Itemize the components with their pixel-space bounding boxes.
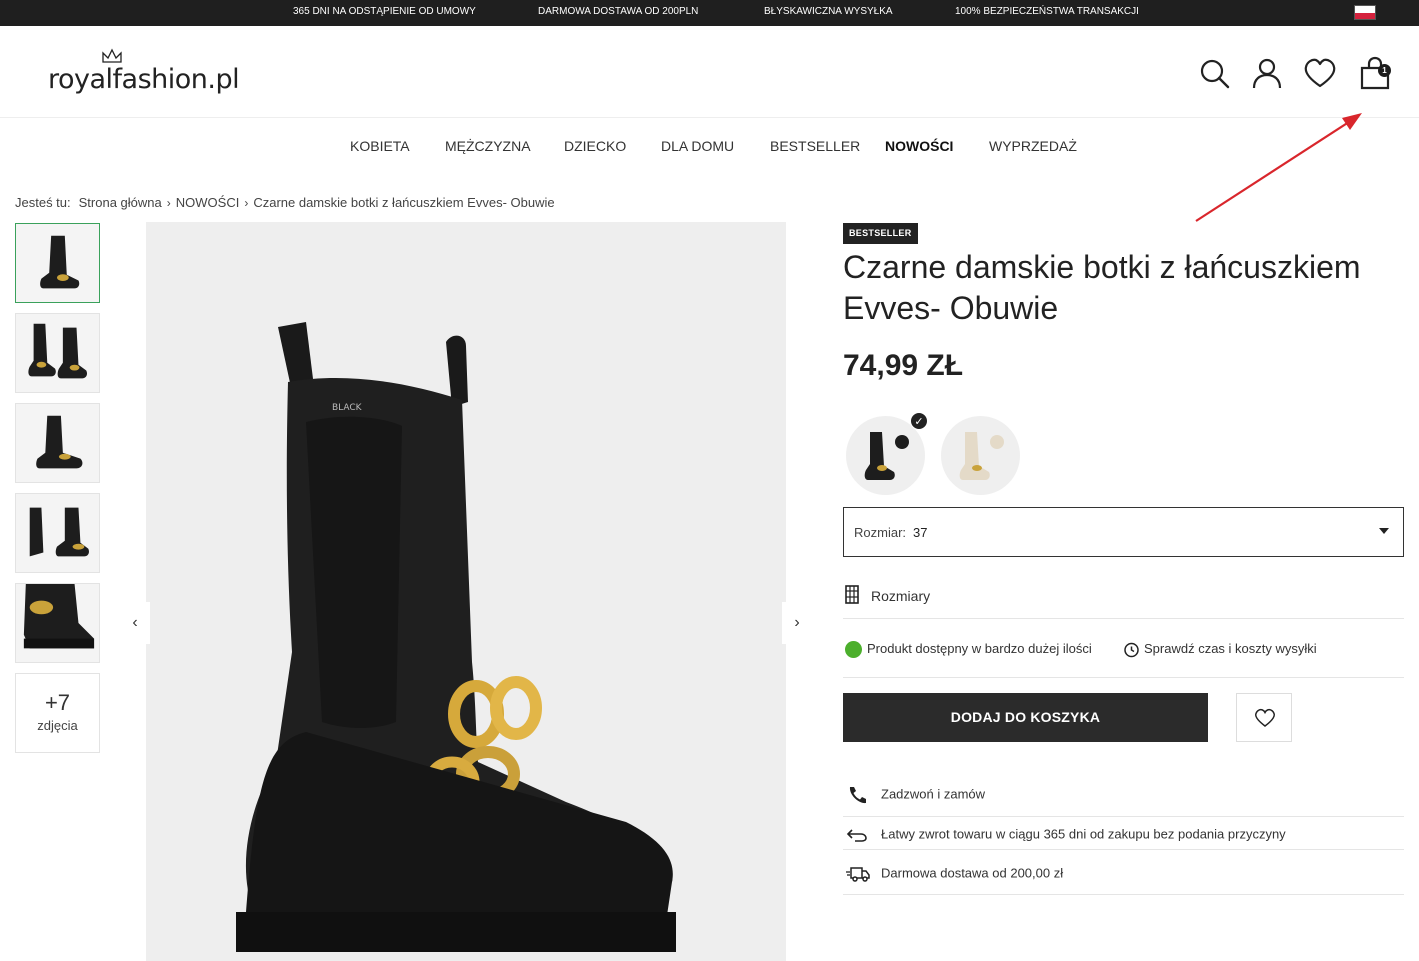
info-free-delivery: Darmowa dostawa od 200,00 zł xyxy=(845,864,1063,884)
add-to-wishlist-button[interactable] xyxy=(1236,693,1292,742)
bestseller-badge: BESTSELLER xyxy=(843,223,918,244)
gallery-next-button[interactable]: › xyxy=(782,602,812,644)
size-chart-link[interactable]: Rozmiary xyxy=(845,585,930,607)
topbar-message-security: 100% BEZPIECZEŃSTWA TRANSAKCJI xyxy=(955,6,1139,17)
nav-item-kobieta[interactable]: KOBIETA xyxy=(350,138,410,154)
logo[interactable]: royalfashion.pl xyxy=(48,64,240,95)
shipping-check-label: Sprawdź czas i koszty wysyłki xyxy=(1144,641,1317,656)
search-icon[interactable] xyxy=(1197,56,1231,90)
nav-item-dla-domu[interactable]: DLA DOMU xyxy=(661,138,734,154)
gallery-thumbnail[interactable] xyxy=(15,313,100,393)
color-variant-beige[interactable] xyxy=(941,416,1020,495)
more-photos-button[interactable]: +7 zdjęcia xyxy=(15,673,100,753)
poland-flag-icon[interactable] xyxy=(1354,5,1376,20)
breadcrumb-home[interactable]: Strona główna xyxy=(79,195,162,210)
chevron-right-icon: › xyxy=(794,614,800,631)
breadcrumb-category[interactable]: NOWOŚCI xyxy=(176,195,240,210)
gallery-prev-button[interactable]: ‹ xyxy=(120,602,150,644)
divider xyxy=(843,894,1404,895)
divider xyxy=(843,816,1404,817)
boot-image: BLACK xyxy=(236,322,676,952)
shipping-check-link[interactable]: Sprawdź czas i koszty wysyłki xyxy=(1123,641,1317,658)
clock-icon xyxy=(1124,642,1139,658)
gallery-thumbnail[interactable] xyxy=(15,223,100,303)
info-phone-order[interactable]: Zadzwoń i zamów xyxy=(845,785,985,805)
wishlist-icon[interactable] xyxy=(1303,56,1337,90)
topbar-message-free-delivery: DARMOWA DOSTAWA OD 200PLN xyxy=(538,6,699,17)
size-chart-icon xyxy=(845,585,859,604)
svg-text:BLACK: BLACK xyxy=(332,403,363,413)
breadcrumb-label: Jesteś tu: xyxy=(15,195,71,210)
availability-status: Produkt dostępny w bardzo dużej ilości xyxy=(845,641,1092,659)
divider xyxy=(843,677,1404,678)
annotation-arrow xyxy=(1195,113,1362,222)
chevron-left-icon: ‹ xyxy=(132,614,138,631)
top-info-bar: 365 DNI NA ODSTĄPIENIE OD UMOWY DARMOWA … xyxy=(0,0,1419,26)
size-chart-label: Rozmiary xyxy=(871,588,931,604)
divider xyxy=(843,618,1404,619)
nav-item-wyprzedaz[interactable]: WYPRZEDAŻ xyxy=(989,138,1077,154)
heart-icon xyxy=(1255,708,1275,727)
breadcrumb-current: Czarne damskie botki z łańcuszkiem Evves… xyxy=(253,195,555,210)
gallery-thumbnail[interactable] xyxy=(15,583,100,663)
add-to-cart-button[interactable]: DODAJ DO KOSZYKA xyxy=(843,693,1208,742)
site-header: royalfashion.pl 1 xyxy=(0,26,1419,118)
divider xyxy=(843,849,1404,850)
gallery-thumbnail[interactable] xyxy=(15,493,100,573)
account-icon[interactable] xyxy=(1250,56,1284,90)
product-price: 74,99 ZŁ xyxy=(843,349,964,382)
nav-item-bestseller[interactable]: BESTSELLER xyxy=(770,138,860,154)
product-main-image[interactable]: BLACK xyxy=(146,222,786,961)
more-photos-label: zdjęcia xyxy=(37,718,78,733)
product-title: Czarne damskie botki z łańcuszkiem Evves… xyxy=(843,249,1361,326)
size-value: 37 xyxy=(913,525,928,540)
chevron-right-icon: › xyxy=(244,196,249,210)
info-free-delivery-text: Darmowa dostawa od 200,00 zł xyxy=(881,865,1064,881)
available-dot-icon xyxy=(845,641,862,659)
nav-item-mezczyzna[interactable]: MĘŻCZYZNA xyxy=(445,138,531,154)
more-photos-count: +7 xyxy=(44,690,71,715)
nav-item-dziecko[interactable]: DZIECKO xyxy=(564,138,626,154)
cart-count-badge: 1 xyxy=(1378,64,1391,77)
caret-down-icon xyxy=(1379,528,1389,534)
info-return-text: Łatwy zwrot towaru w ciągu 365 dni od za… xyxy=(881,826,1286,842)
chevron-right-icon: › xyxy=(166,196,171,210)
return-arrow-icon xyxy=(845,825,871,845)
delivery-truck-icon xyxy=(845,864,871,884)
availability-text: Produkt dostępny w bardzo dużej ilości xyxy=(867,641,1092,656)
phone-icon xyxy=(845,785,871,805)
crown-icon xyxy=(102,48,122,63)
size-label: Rozmiar: xyxy=(854,525,907,540)
gallery-thumbnail[interactable] xyxy=(15,403,100,483)
topbar-message-fast-shipping: BŁYSKAWICZNA WYSYŁKA xyxy=(764,6,893,17)
info-return: Łatwy zwrot towaru w ciągu 365 dni od za… xyxy=(845,825,1286,845)
nav-item-nowosci[interactable]: NOWOŚCI xyxy=(885,138,953,154)
size-select[interactable]: Rozmiar: 37 xyxy=(843,507,1404,557)
info-phone-text: Zadzwoń i zamów xyxy=(881,786,986,802)
selected-check-icon: ✓ xyxy=(910,412,928,430)
breadcrumb: Jesteś tu: Strona główna › NOWOŚCI › Czarne d… xyxy=(15,195,555,210)
topbar-message-returns: 365 DNI NA ODSTĄPIENIE OD UMOWY xyxy=(293,6,476,17)
